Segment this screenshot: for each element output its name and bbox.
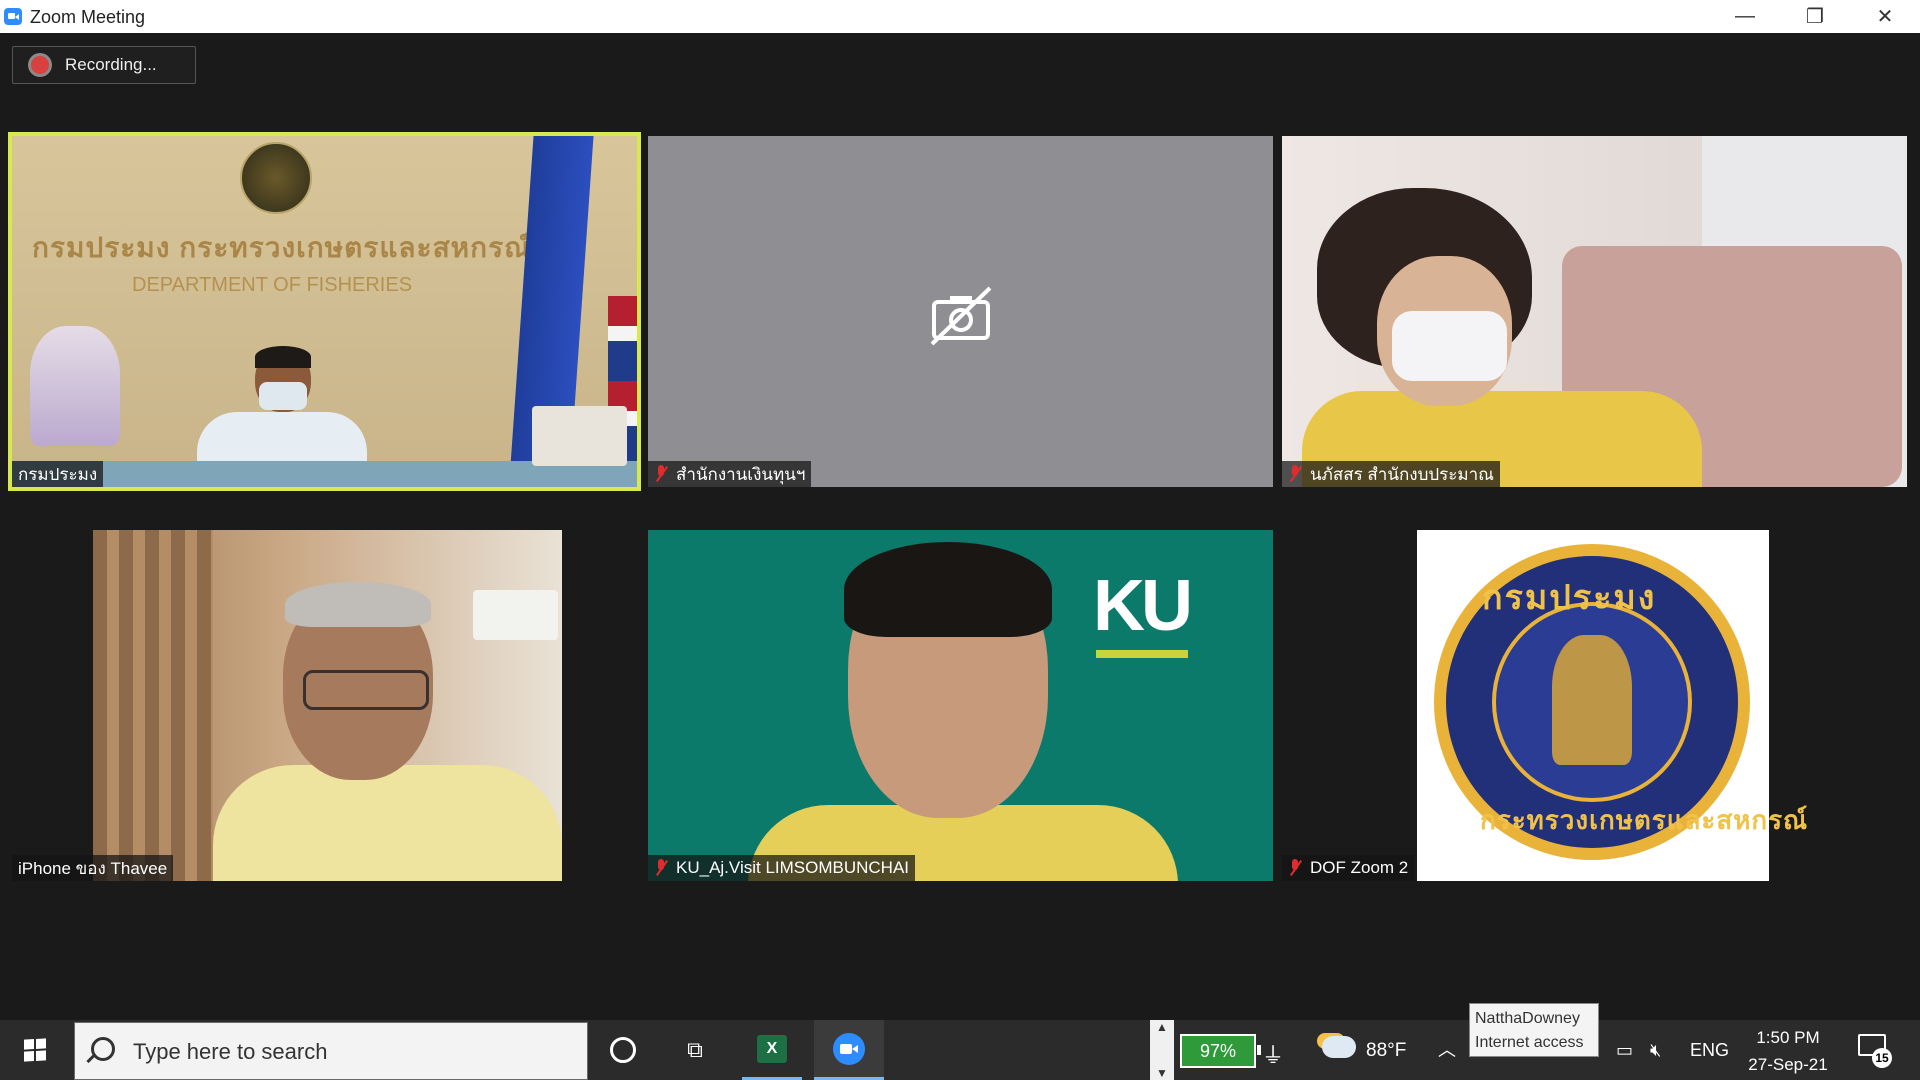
clock-date: 27-Sep-21 xyxy=(1748,1055,1828,1074)
video-tile-4[interactable]: iPhone ของ Thavee xyxy=(12,530,637,881)
muted-mic-icon xyxy=(654,465,668,483)
muted-mic-icon xyxy=(1288,859,1302,877)
video-tile-3[interactable]: นภัสสร สำนักงบประมาณ xyxy=(1282,136,1907,487)
weather-temperature[interactable]: 88°F xyxy=(1366,1040,1406,1062)
muted-mic-icon xyxy=(1288,465,1302,483)
hair xyxy=(844,542,1052,637)
excel-icon: X xyxy=(757,1034,787,1063)
task-view-icon: ⧉ xyxy=(687,1037,703,1062)
ku-logo-bar xyxy=(1096,650,1188,658)
tray-scroll-arrows[interactable]: ▲ ▼ xyxy=(1150,1020,1174,1080)
network-tooltip: NatthaDowney Internet access xyxy=(1469,1003,1599,1057)
search-icon xyxy=(91,1037,115,1061)
video-tile-5[interactable]: KU KU_Aj.Visit LIMSOMBUNCHAI xyxy=(648,530,1273,881)
chevron-down-icon[interactable]: ▼ xyxy=(1156,1066,1168,1080)
title-bar: Zoom Meeting — ❐ ✕ xyxy=(0,0,1920,33)
recording-icon xyxy=(31,56,49,74)
notification-center-button[interactable]: 15 xyxy=(1858,1034,1892,1068)
tooltip-line-1: NatthaDowney xyxy=(1475,1010,1580,1027)
task-view-button[interactable]: ⧉ xyxy=(660,1020,730,1080)
minimize-button[interactable]: — xyxy=(1710,0,1780,33)
zoom-taskbar-button[interactable] xyxy=(814,1020,884,1080)
windows-icon xyxy=(24,1038,46,1062)
zoom-app-icon xyxy=(4,8,22,25)
recording-label: Recording... xyxy=(65,55,157,74)
battery-indicator[interactable]: 97% xyxy=(1180,1034,1261,1068)
weather-cloud-icon[interactable] xyxy=(1322,1036,1356,1058)
video-tile-6[interactable]: กรมประมง กระทรวงเกษตรและสหกรณ์ DOF Zoom … xyxy=(1282,530,1907,881)
participant-name: DOF Zoom 2 xyxy=(1282,855,1415,881)
department-seal-image xyxy=(240,142,312,214)
window-title: Zoom Meeting xyxy=(30,7,146,27)
excel-taskbar-button[interactable]: X xyxy=(742,1020,802,1080)
video-tile-2[interactable]: สำนักงานเงินทุนฯ xyxy=(648,136,1273,487)
tablecloth xyxy=(532,406,627,466)
logo-text-bottom: กระทรวงเกษตรและสหกรณ์ xyxy=(1480,805,1809,835)
participant-name: กรมประมง xyxy=(12,461,104,487)
wall-sign-english: DEPARTMENT OF FISHERIES xyxy=(132,274,413,296)
notification-count: 15 xyxy=(1872,1048,1892,1068)
search-input[interactable]: Type here to search xyxy=(74,1022,588,1080)
participant-name: สำนักงานเงินทุนฯ xyxy=(648,461,812,487)
clock-time: 1:50 PM xyxy=(1756,1028,1820,1047)
participant-name: KU_Aj.Visit LIMSOMBUNCHAI xyxy=(648,855,916,881)
cortana-icon xyxy=(610,1037,636,1063)
search-placeholder: Type here to search xyxy=(133,1039,328,1064)
mask xyxy=(1392,311,1507,381)
ku-logo: KU xyxy=(1093,566,1193,646)
participant-video xyxy=(93,530,562,881)
language-indicator[interactable]: ENG xyxy=(1690,1040,1729,1061)
power-plug-icon[interactable]: ⏚ xyxy=(1262,1038,1284,1070)
participant-name: iPhone ของ Thavee xyxy=(12,855,174,881)
wall-sign-thai: กรมประมง กระทรวงเกษตรและสหกรณ์ xyxy=(32,232,532,263)
zoom-icon xyxy=(833,1032,865,1065)
participant-name: นภัสสร สำนักงบประมาณ xyxy=(1282,461,1500,487)
emblem-image xyxy=(30,326,120,446)
volume-muted-icon[interactable]: 🔇︎ xyxy=(1650,1040,1661,1061)
camera-off-icon xyxy=(930,286,992,346)
chevron-up-icon[interactable]: ▲ xyxy=(1156,1020,1168,1034)
cortana-button[interactable] xyxy=(600,1020,646,1080)
muted-mic-icon xyxy=(654,859,668,877)
clock[interactable]: 1:50 PM 27-Sep-21 xyxy=(1738,1024,1838,1078)
video-tile-1[interactable]: กรมประมง กระทรวงเกษตรและสหกรณ์ DEPARTMEN… xyxy=(12,136,637,487)
restore-button[interactable]: ❐ xyxy=(1780,0,1850,33)
recording-indicator[interactable]: Recording... xyxy=(12,46,196,84)
tooltip-line-2: Internet access xyxy=(1475,1034,1584,1051)
logo-text-top: กรมประมง xyxy=(1482,579,1657,617)
start-button[interactable] xyxy=(0,1020,70,1080)
battery-tray-icon[interactable]: ▭ xyxy=(1616,1040,1633,1061)
close-button[interactable]: ✕ xyxy=(1850,0,1920,33)
show-hidden-icons-button[interactable]: ︿ xyxy=(1438,1036,1456,1062)
deity xyxy=(1552,635,1632,765)
